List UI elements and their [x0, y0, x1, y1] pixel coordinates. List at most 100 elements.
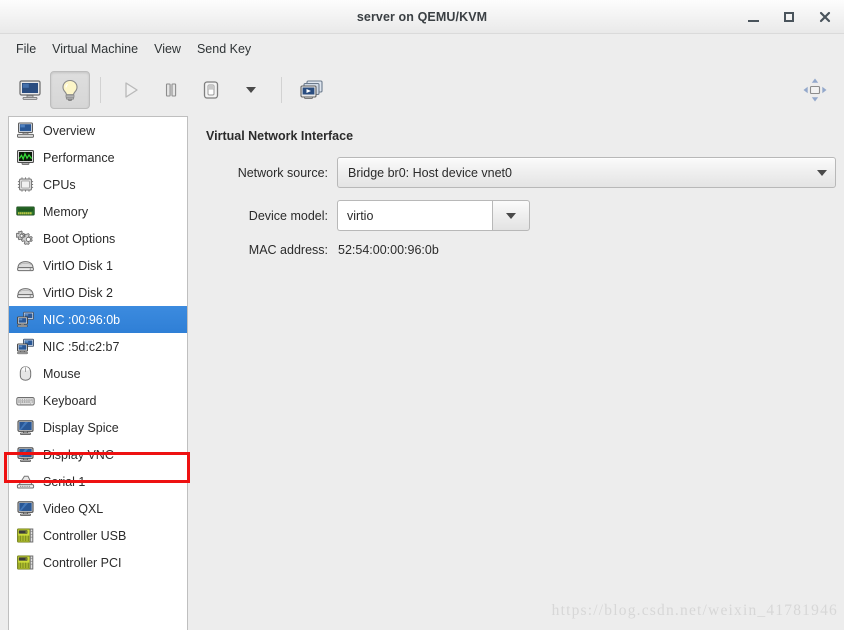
sidebar-item-cpus[interactable]: CPUs — [9, 171, 187, 198]
sidebar-item-label: Display VNC — [43, 447, 114, 462]
sidebar-item-controller-pci[interactable]: Controller PCI — [9, 549, 187, 576]
manage-snapshots-button[interactable] — [292, 71, 332, 109]
sidebar-item-virtio-disk-1[interactable]: VirtIO Disk 1 — [9, 252, 187, 279]
sidebar-item-nic-00-96-0b[interactable]: NIC :00:96:0b — [9, 306, 187, 333]
network-source-label: Network source: — [237, 165, 328, 180]
sidebar-item-nic-5d-c2-b7[interactable]: NIC :5d:c2:b7 — [9, 333, 187, 360]
network-icon — [15, 311, 35, 329]
window-title: server on QEMU/KVM — [356, 9, 488, 24]
virt-manager-window: server on QEMU/KVM File Virtual Machine … — [0, 0, 844, 630]
shutdown-vm-button[interactable] — [191, 71, 231, 109]
show-console-view-button[interactable] — [10, 71, 50, 109]
resize-to-vm-button[interactable] — [796, 71, 834, 109]
sidebar-item-display-spice[interactable]: Display Spice — [9, 414, 187, 441]
gears-icon — [15, 230, 33, 245]
mac-address-value: 52:54:00:00:96:0b — [338, 243, 439, 257]
cpu-chip-icon — [17, 177, 33, 192]
mac-address-row: MAC address: 52:54:00:00:96:0b — [206, 243, 836, 257]
run-vm-button[interactable] — [111, 71, 151, 109]
menu-file[interactable]: File — [8, 38, 44, 60]
network-source-row: Network source: Bridge br0: Host device … — [206, 157, 836, 188]
sidebar-item-boot-options[interactable]: Boot Options — [9, 225, 187, 252]
memory-icon — [15, 206, 35, 216]
serial-icon — [15, 473, 35, 491]
sidebar-item-controller-usb[interactable]: Controller USB — [9, 522, 187, 549]
device-model-dropdown-button[interactable] — [492, 200, 530, 231]
close-button[interactable] — [814, 6, 836, 28]
resize-arrows-icon — [803, 78, 827, 102]
sidebar-item-label: Mouse — [43, 366, 81, 381]
sidebar-item-label: Video QXL — [43, 501, 104, 516]
monitor-icon — [19, 80, 41, 100]
display-icon — [16, 501, 34, 516]
watermark: https://blog.csdn.net/weixin_41781946 — [551, 602, 838, 619]
sidebar-item-label: VirtIO Disk 1 — [43, 258, 113, 273]
pci-card-icon — [15, 527, 35, 545]
keyboard-icon — [15, 392, 35, 410]
hardware-device-list[interactable]: Overview Performance CPUs Memory Boot Option… — [8, 116, 188, 630]
sidebar-item-label: Display Spice — [43, 420, 119, 435]
toolbar-separator-2 — [281, 77, 282, 103]
toolbar — [0, 64, 844, 116]
network-icon — [16, 338, 34, 355]
network-source-combobox[interactable]: Bridge br0: Host device vnet0 — [337, 157, 836, 188]
network-source-value: Bridge br0: Host device vnet0 — [348, 165, 512, 180]
sidebar-item-keyboard[interactable]: Keyboard — [9, 387, 187, 414]
sidebar-item-display-vnc[interactable]: Display VNC — [9, 441, 187, 468]
sidebar-item-performance[interactable]: Performance — [9, 144, 187, 171]
pci-card-icon — [15, 554, 35, 572]
sidebar-item-serial-1[interactable]: Serial 1 — [9, 468, 187, 495]
sidebar: Overview Performance CPUs Memory Boot Option… — [0, 116, 196, 630]
pci-card-icon — [16, 555, 33, 570]
device-model-input[interactable]: virtio — [337, 200, 492, 231]
graph-icon — [16, 150, 34, 165]
menu-send-key[interactable]: Send Key — [189, 38, 259, 60]
harddisk-icon — [15, 257, 35, 275]
sidebar-item-label: Serial 1 — [43, 474, 86, 489]
sidebar-item-memory[interactable]: Memory — [9, 198, 187, 225]
display-icon — [16, 420, 34, 435]
device-model-combobox[interactable]: virtio — [337, 200, 530, 231]
sidebar-item-label: Performance — [43, 150, 115, 165]
cpu-chip-icon — [15, 176, 35, 194]
keyboard-icon — [15, 397, 35, 406]
main-body: Overview Performance CPUs Memory Boot Option… — [0, 116, 844, 630]
network-icon — [15, 338, 35, 356]
sidebar-item-label: Controller USB — [43, 528, 127, 543]
sidebar-item-label: Controller PCI — [43, 555, 122, 570]
title-bar: server on QEMU/KVM — [0, 0, 844, 34]
chevron-down-icon — [817, 169, 827, 176]
pci-card-icon — [16, 528, 33, 543]
sidebar-item-label: NIC :5d:c2:b7 — [43, 339, 120, 354]
display-icon — [15, 500, 35, 518]
menu-virtual-machine[interactable]: Virtual Machine — [44, 38, 146, 60]
sidebar-item-mouse[interactable]: Mouse — [9, 360, 187, 387]
harddisk-icon — [15, 284, 35, 302]
menu-view[interactable]: View — [146, 38, 189, 60]
mouse-icon — [19, 366, 31, 381]
power-switch-icon — [203, 81, 219, 99]
toolbar-separator-1 — [100, 77, 101, 103]
device-model-label: Device model: — [248, 208, 328, 223]
sidebar-item-virtio-disk-2[interactable]: VirtIO Disk 2 — [9, 279, 187, 306]
sidebar-item-video-qxl[interactable]: Video QXL — [9, 495, 187, 522]
shutdown-menu-button[interactable] — [231, 71, 271, 109]
harddisk-icon — [16, 261, 34, 272]
pause-vm-button[interactable] — [151, 71, 191, 109]
display-icon — [15, 446, 35, 464]
window-controls — [742, 0, 836, 33]
maximize-button[interactable] — [778, 6, 800, 28]
lightbulb-icon — [62, 79, 78, 101]
minimize-button[interactable] — [742, 6, 764, 28]
play-icon — [125, 82, 138, 98]
display-icon — [16, 447, 34, 462]
details-panel: Virtual Network Interface Network source… — [196, 116, 844, 630]
computer-icon — [16, 122, 34, 138]
page-title: Virtual Network Interface — [206, 129, 354, 143]
sidebar-item-overview[interactable]: Overview — [9, 117, 187, 144]
sidebar-item-label: Keyboard — [43, 393, 97, 408]
graph-icon — [15, 149, 35, 167]
computer-icon — [15, 122, 35, 140]
display-icon — [15, 419, 35, 437]
show-details-view-button[interactable] — [50, 71, 90, 109]
